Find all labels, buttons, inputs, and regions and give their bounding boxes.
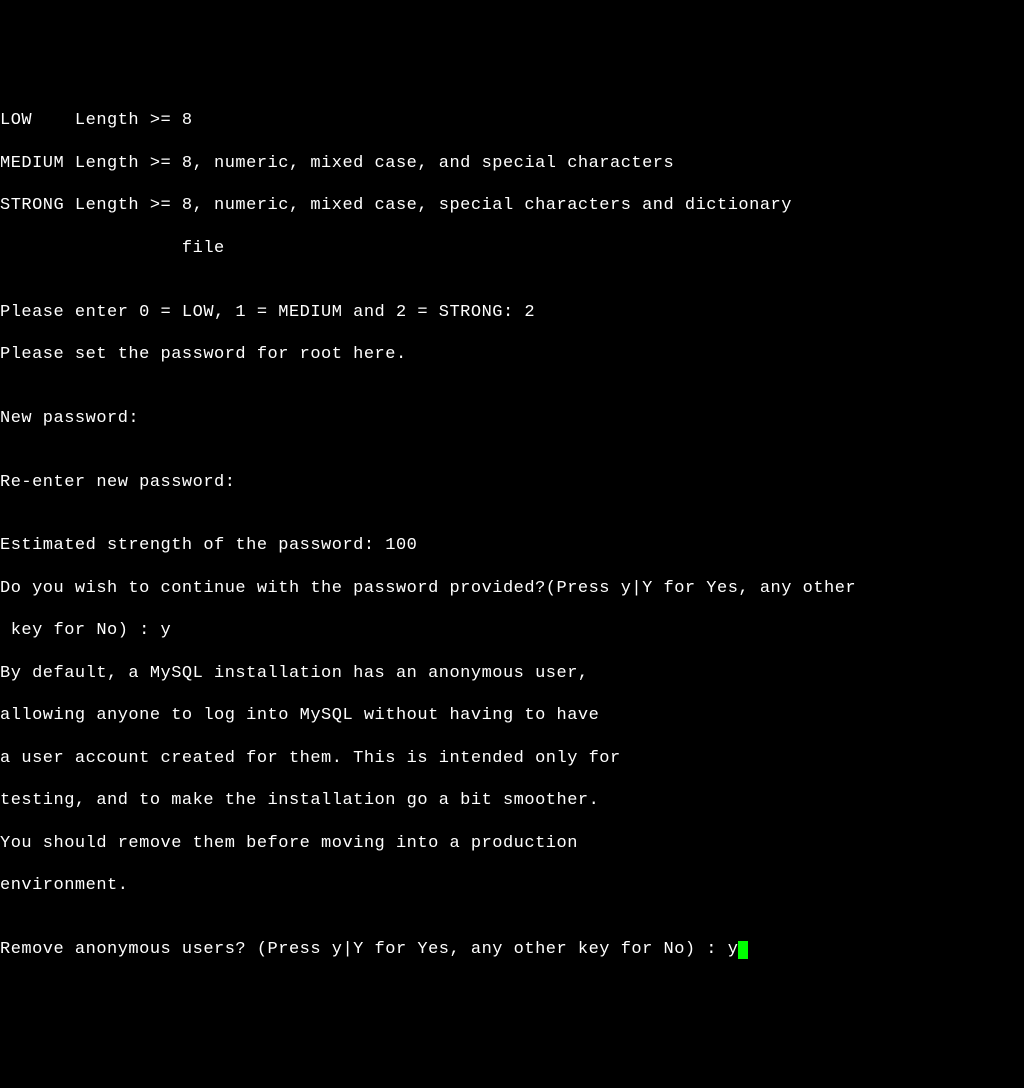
anon-user-info-2: allowing anyone to log into MySQL withou… — [0, 705, 1024, 726]
continue-prompt-line-1: Do you wish to continue with the passwor… — [0, 578, 1024, 599]
remove-anon-prompt: Remove anonymous users? (Press y|Y for Y… — [0, 939, 1024, 960]
policy-low-line: LOW Length >= 8 — [0, 110, 1024, 131]
terminal-cursor[interactable] — [738, 941, 748, 959]
policy-medium-line: MEDIUM Length >= 8, numeric, mixed case,… — [0, 153, 1024, 174]
policy-choice-input: 2 — [524, 303, 535, 322]
set-password-prompt: Please set the password for root here. — [0, 344, 1024, 365]
policy-strong-line: STRONG Length >= 8, numeric, mixed case,… — [0, 195, 1024, 216]
password-strength-line: Estimated strength of the password: 100 — [0, 535, 1024, 556]
policy-choice-prompt: Please enter 0 = LOW, 1 = MEDIUM and 2 =… — [0, 302, 1024, 323]
anon-user-info-5: You should remove them before moving int… — [0, 833, 1024, 854]
anon-user-info-1: By default, a MySQL installation has an … — [0, 663, 1024, 684]
policy-prompt-text: Please enter 0 = LOW, 1 = MEDIUM and 2 =… — [0, 303, 524, 322]
remove-anon-input[interactable]: y — [728, 940, 739, 959]
anon-user-info-4: testing, and to make the installation go… — [0, 790, 1024, 811]
remove-anon-prompt-text: Remove anonymous users? (Press y|Y for Y… — [0, 940, 728, 959]
anon-user-info-6: environment. — [0, 875, 1024, 896]
continue-prompt-text: key for No) : — [0, 621, 161, 640]
policy-strong-line-2: file — [0, 238, 1024, 259]
reenter-password-prompt: Re-enter new password: — [0, 472, 1024, 493]
continue-input: y — [161, 621, 172, 640]
continue-prompt-line-2: key for No) : y — [0, 620, 1024, 641]
anon-user-info-3: a user account created for them. This is… — [0, 748, 1024, 769]
terminal-output[interactable]: LOW Length >= 8 MEDIUM Length >= 8, nume… — [0, 85, 1024, 982]
new-password-prompt: New password: — [0, 408, 1024, 429]
